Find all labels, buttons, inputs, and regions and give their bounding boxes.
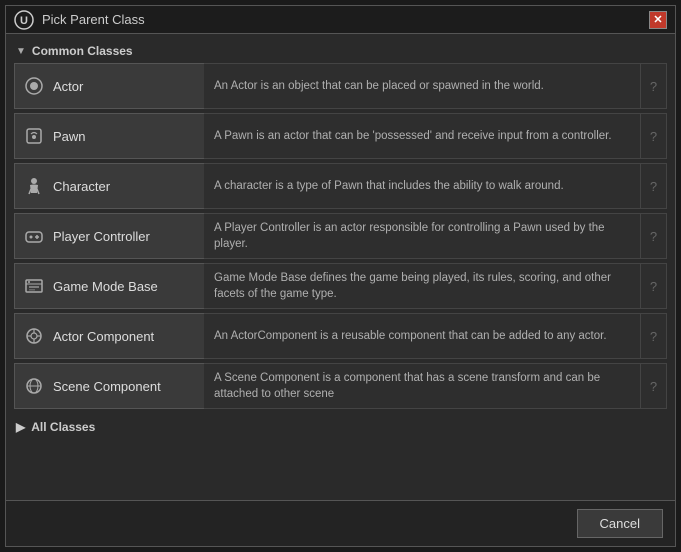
common-classes-arrow: ▼ (16, 46, 26, 57)
dialog-footer: Cancel (6, 500, 675, 546)
scene-component-label: Scene Component (53, 379, 161, 394)
scene-component-button[interactable]: Scene Component (14, 363, 204, 409)
close-button[interactable]: ✕ (649, 11, 667, 29)
actor-description: An Actor is an object that can be placed… (204, 63, 641, 109)
ue-logo-icon: U (14, 10, 34, 30)
common-classes-label: Common Classes (32, 44, 133, 58)
actor-component-help-icon[interactable]: ? (641, 313, 667, 359)
character-description: A character is a type of Pawn that inclu… (204, 163, 641, 209)
dialog-title: Pick Parent Class (42, 12, 145, 27)
actor-component-description: An ActorComponent is a reusable componen… (204, 313, 641, 359)
pawn-icon (23, 125, 45, 147)
character-row[interactable]: Character A character is a type of Pawn … (14, 162, 667, 210)
pawn-button[interactable]: Pawn (14, 113, 204, 159)
game-mode-base-row[interactable]: Game Mode Base Game Mode Base defines th… (14, 262, 667, 310)
player-controller-label: Player Controller (53, 229, 150, 244)
game-mode-base-button[interactable]: Game Mode Base (14, 263, 204, 309)
cancel-button[interactable]: Cancel (577, 509, 663, 538)
scene-component-help-icon[interactable]: ? (641, 363, 667, 409)
actor-component-button[interactable]: Actor Component (14, 313, 204, 359)
game-mode-base-icon (23, 275, 45, 297)
player-controller-icon (23, 225, 45, 247)
player-controller-row[interactable]: Player Controller A Player Controller is… (14, 212, 667, 260)
scene-component-row[interactable]: Scene Component A Scene Component is a c… (14, 362, 667, 410)
scene-component-description: A Scene Component is a component that ha… (204, 363, 641, 409)
character-button[interactable]: Character (14, 163, 204, 209)
actor-component-row[interactable]: Actor Component An ActorComponent is a r… (14, 312, 667, 360)
game-mode-base-description: Game Mode Base defines the game being pl… (204, 263, 641, 309)
actor-icon (23, 75, 45, 97)
pawn-label: Pawn (53, 129, 86, 144)
classes-list: Actor An Actor is an object that can be … (14, 62, 667, 410)
player-controller-help-icon[interactable]: ? (641, 213, 667, 259)
pawn-description: A Pawn is an actor that can be 'possesse… (204, 113, 641, 159)
game-mode-base-help-icon[interactable]: ? (641, 263, 667, 309)
actor-button[interactable]: Actor (14, 63, 204, 109)
pick-parent-class-dialog: U Pick Parent Class ✕ ▼ Common Classes (5, 5, 676, 547)
pawn-row[interactable]: Pawn A Pawn is an actor that can be 'pos… (14, 112, 667, 160)
character-label: Character (53, 179, 110, 194)
scene-component-icon (23, 375, 45, 397)
all-classes-header[interactable]: ▶ All Classes (14, 414, 667, 438)
dialog-content: ▼ Common Classes Actor An Actor is an ob… (6, 34, 675, 500)
actor-component-label: Actor Component (53, 329, 154, 344)
character-help-icon[interactable]: ? (641, 163, 667, 209)
title-bar-left: U Pick Parent Class (14, 10, 145, 30)
title-bar: U Pick Parent Class ✕ (6, 6, 675, 34)
actor-row[interactable]: Actor An Actor is an object that can be … (14, 62, 667, 110)
svg-text:U: U (20, 15, 28, 27)
actor-label: Actor (53, 79, 83, 94)
common-classes-header[interactable]: ▼ Common Classes (14, 40, 667, 62)
character-icon (23, 175, 45, 197)
all-classes-arrow: ▶ (16, 420, 25, 434)
all-classes-label: All Classes (31, 420, 95, 434)
actor-help-icon[interactable]: ? (641, 63, 667, 109)
pawn-help-icon[interactable]: ? (641, 113, 667, 159)
game-mode-base-label: Game Mode Base (53, 279, 158, 294)
player-controller-button[interactable]: Player Controller (14, 213, 204, 259)
actor-component-icon (23, 325, 45, 347)
player-controller-description: A Player Controller is an actor responsi… (204, 213, 641, 259)
